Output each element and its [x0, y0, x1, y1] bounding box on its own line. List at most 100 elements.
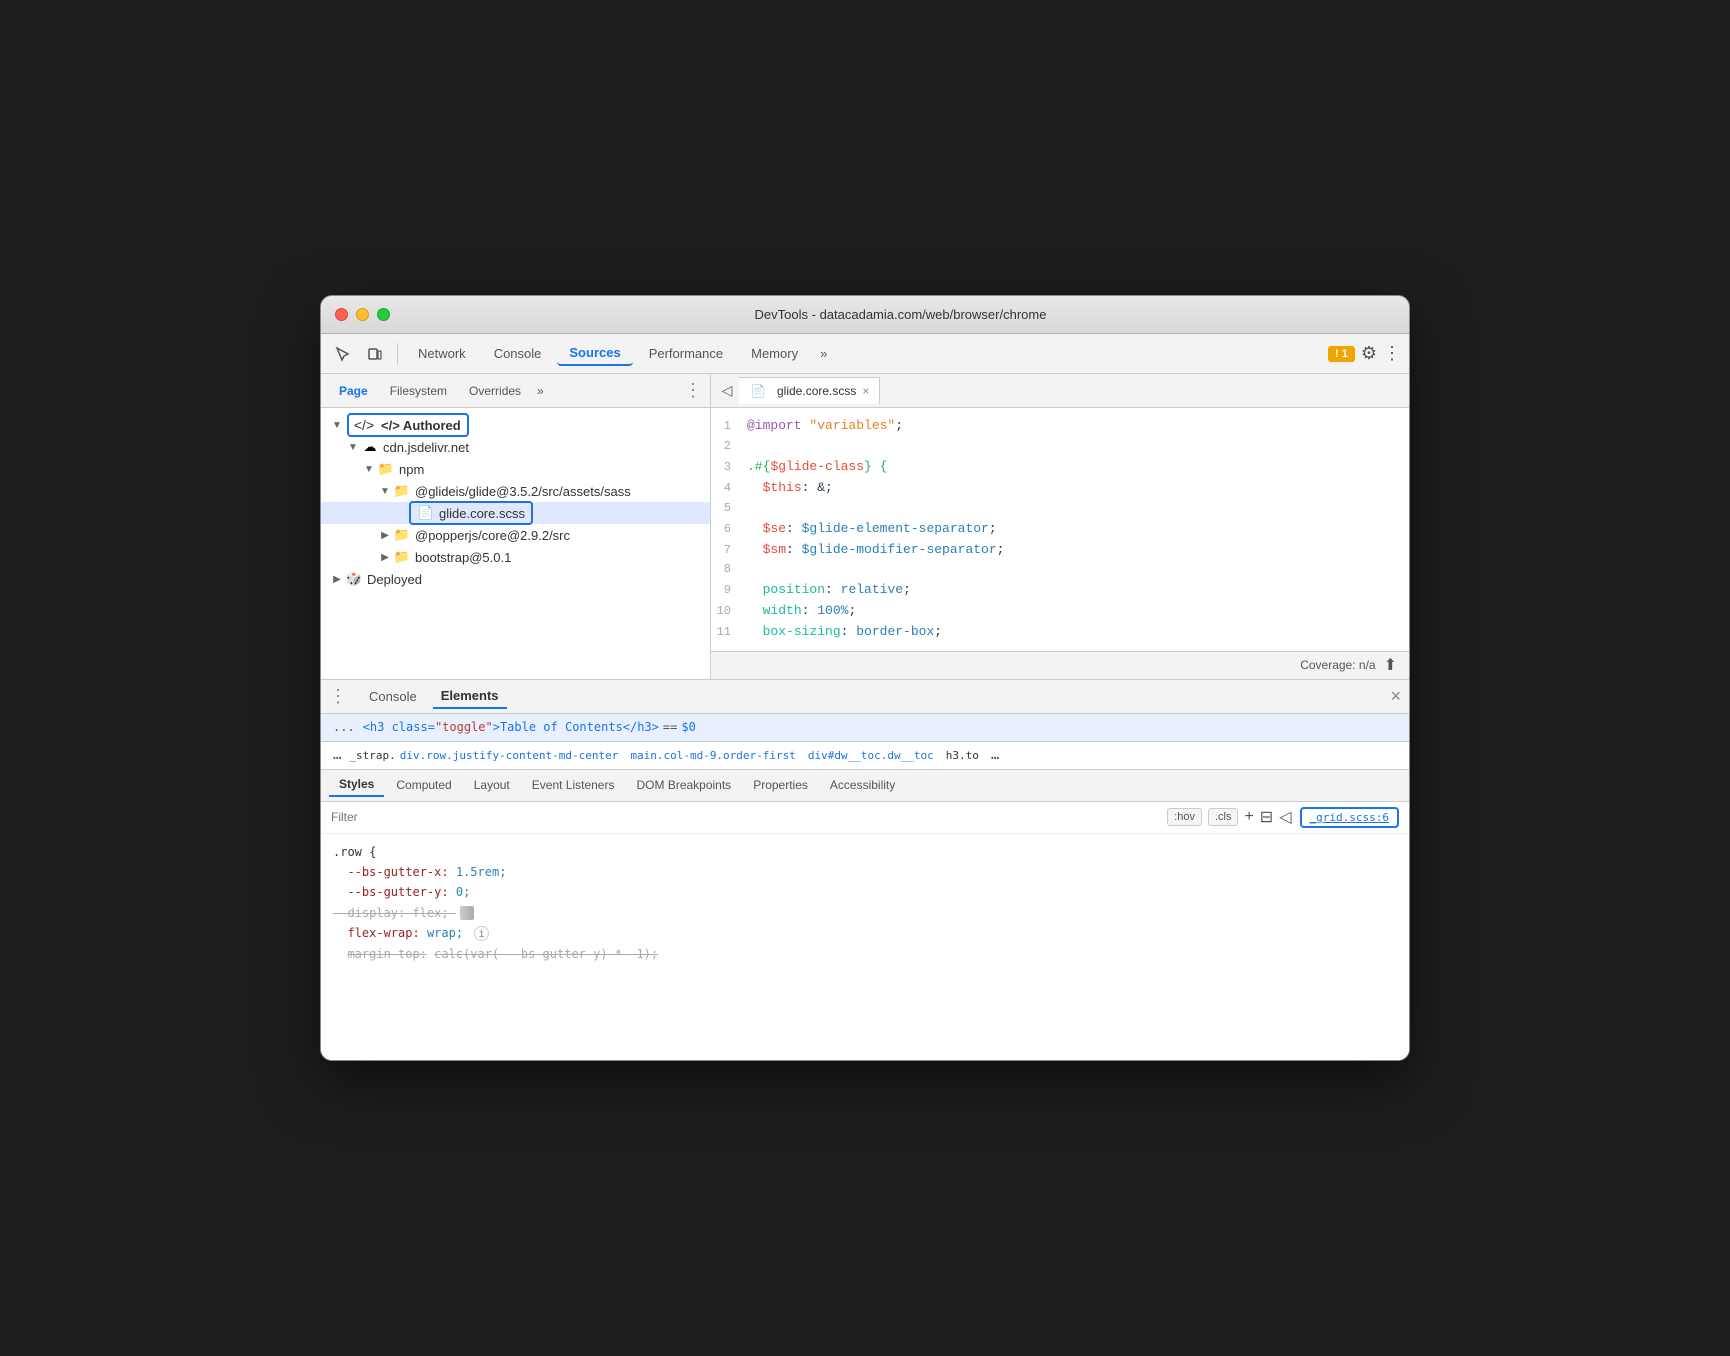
- glide-folder-label: @glideis/glide@3.5.2/src/assets/sass: [415, 484, 631, 499]
- css-prop-margin-top: margin-top:: [347, 947, 426, 961]
- css-prop-row-5: margin-top: calc(var(-- bs-gutter-y) * -…: [333, 944, 1397, 964]
- tree-item-cdn[interactable]: ▼ ☁ cdn.jsdelivr.net: [321, 436, 710, 458]
- code-line-4: 4 $this: &;: [711, 478, 1409, 499]
- tab-overrides[interactable]: Overrides: [459, 380, 531, 402]
- expand-styles-button[interactable]: ◁: [1279, 807, 1291, 827]
- title-bar: DevTools - datacadamia.com/web/browser/c…: [321, 296, 1409, 334]
- settings-button[interactable]: ⚙: [1361, 343, 1377, 364]
- left-panel-options[interactable]: ⋮: [684, 380, 702, 401]
- styles-tab-properties[interactable]: Properties: [743, 774, 818, 796]
- display-icon: [460, 906, 474, 920]
- tab-console-bottom[interactable]: Console: [361, 685, 425, 708]
- add-rule-button[interactable]: +: [1244, 808, 1253, 826]
- panel-tab-bar: Page Filesystem Overrides » ⋮: [321, 374, 710, 408]
- hov-button[interactable]: :hov: [1167, 808, 1202, 826]
- tab-page[interactable]: Page: [329, 380, 378, 402]
- bc-strap[interactable]: _strap.: [349, 749, 395, 762]
- filter-input[interactable]: [331, 810, 1159, 824]
- folder-icon-bootstrap: 📁: [393, 548, 411, 566]
- close-button[interactable]: [335, 308, 348, 321]
- tab-memory[interactable]: Memory: [739, 342, 810, 365]
- left-panel-more[interactable]: »: [533, 382, 548, 400]
- css-prop-row-1: --bs-gutter-x: 1.5rem;: [333, 862, 1397, 882]
- tab-filesystem[interactable]: Filesystem: [380, 380, 457, 402]
- source-link[interactable]: _grid.scss:6: [1300, 807, 1399, 828]
- editor-tab-label: glide.core.scss: [777, 384, 856, 398]
- tree-arrow-bootstrap: ▶: [377, 552, 393, 563]
- styles-tab-event-listeners[interactable]: Event Listeners: [522, 774, 625, 796]
- css-prop-display: display:: [347, 906, 405, 920]
- editor-tab-bar: ◁ 📄 glide.core.scss ×: [711, 374, 1409, 408]
- tab-console[interactable]: Console: [482, 342, 554, 365]
- tree-item-authored[interactable]: ▼ </> </> Authored: [321, 414, 710, 436]
- css-val-flex-wrap: wrap;: [427, 926, 463, 940]
- filter-bar: :hov .cls + ⊟ ◁ _grid.scss:6: [321, 802, 1409, 834]
- styles-tab-accessibility[interactable]: Accessibility: [820, 774, 905, 796]
- bc-main[interactable]: main.col-md-9.order-first: [630, 749, 796, 762]
- cls-button[interactable]: .cls: [1208, 808, 1239, 826]
- css-prop-row-3: display: flex;: [333, 903, 1397, 923]
- bc-div-toc[interactable]: div#dw__toc.dw__toc: [808, 749, 934, 762]
- more-options-button[interactable]: ⋮: [1383, 343, 1401, 364]
- code-editor[interactable]: 1 @import "variables"; 2 3 .#{$glide-cla…: [711, 408, 1409, 650]
- tree-item-popper-folder[interactable]: ▶ 📁 @popperjs/core@2.9.2/src: [321, 524, 710, 546]
- code-line-11: 11 box-sizing: border-box;: [711, 622, 1409, 643]
- css-selector: .row {: [333, 845, 376, 859]
- tab-sources[interactable]: Sources: [557, 341, 632, 366]
- cloud-icon: ☁: [361, 438, 379, 456]
- deployed-label: Deployed: [367, 572, 422, 587]
- authored-box: </> </> Authored: [347, 413, 469, 437]
- device-toggle-button[interactable]: [361, 340, 389, 368]
- tree-item-glide-file[interactable]: 📄 glide.core.scss: [321, 502, 710, 524]
- styles-tab-styles[interactable]: Styles: [329, 773, 384, 797]
- bottom-close-button[interactable]: ×: [1390, 686, 1401, 707]
- coverage-bar: Coverage: n/a ⬆: [711, 651, 1409, 679]
- devtools-body: Network Console Sources Performance Memo…: [321, 334, 1409, 1059]
- folder-icon-npm: 📁: [377, 460, 395, 478]
- bottom-panel: ⋮ Console Elements × ... <h3 class="togg…: [321, 680, 1409, 1060]
- toolbar-more-button[interactable]: »: [814, 342, 833, 365]
- tab-performance[interactable]: Performance: [637, 342, 735, 365]
- coverage-label: Coverage: n/a: [1300, 658, 1375, 672]
- element-picker-button[interactable]: [329, 340, 357, 368]
- traffic-lights: [335, 308, 390, 321]
- tab-elements-bottom[interactable]: Elements: [433, 684, 507, 709]
- code-line-10: 10 width: 100%;: [711, 601, 1409, 622]
- minimize-button[interactable]: [356, 308, 369, 321]
- styles-tab-dom-breakpoints[interactable]: DOM Breakpoints: [626, 774, 741, 796]
- equals-sign: ==: [663, 720, 677, 734]
- right-panel: ◁ 📄 glide.core.scss × 1 @import "variabl…: [711, 374, 1409, 678]
- code-line-5: 5: [711, 499, 1409, 519]
- breadcrumb-bar: … _strap. div.row.justify-content-md-cen…: [321, 742, 1409, 770]
- tab-network[interactable]: Network: [406, 342, 478, 365]
- bc-h3[interactable]: h3.to: [946, 749, 979, 762]
- editor-file-icon: 📄: [749, 382, 767, 400]
- tree-item-bootstrap-folder[interactable]: ▶ 📁 bootstrap@5.0.1: [321, 546, 710, 568]
- tree-arrow-npm: ▼: [361, 464, 377, 475]
- css-prop-row-4: flex-wrap: wrap; i: [333, 923, 1397, 944]
- tree-item-npm[interactable]: ▼ 📁 npm: [321, 458, 710, 480]
- editor-tab-glide[interactable]: 📄 glide.core.scss ×: [739, 377, 880, 404]
- copy-styles-button[interactable]: ⊟: [1260, 807, 1273, 827]
- css-val-display: flex;: [412, 906, 448, 920]
- editor-tab-close[interactable]: ×: [862, 384, 869, 398]
- bottom-options-icon[interactable]: ⋮: [329, 686, 347, 707]
- toolbar-right: ! 1 ⚙ ⋮: [1328, 343, 1401, 364]
- folder-icon-popper: 📁: [393, 526, 411, 544]
- styles-tab-computed[interactable]: Computed: [386, 774, 461, 796]
- editor-back-button[interactable]: ◁: [715, 379, 739, 403]
- top-toolbar: Network Console Sources Performance Memo…: [321, 334, 1409, 374]
- code-line-2: 2: [711, 437, 1409, 457]
- info-icon: i: [474, 926, 489, 941]
- filter-buttons: :hov .cls + ⊟ ◁: [1167, 807, 1291, 827]
- styles-tab-layout[interactable]: Layout: [464, 774, 520, 796]
- css-prop-gutter-y: --bs-gutter-y:: [347, 885, 448, 899]
- tree-item-glide-folder[interactable]: ▼ 📁 @glideis/glide@3.5.2/src/assets/sass: [321, 480, 710, 502]
- css-selector-row: .row {: [333, 842, 1397, 862]
- selected-file-box: 📄 glide.core.scss: [409, 501, 533, 525]
- bc-div-row[interactable]: div.row.justify-content-md-center: [400, 749, 619, 762]
- css-val-gutter-y: 0;: [456, 885, 470, 899]
- maximize-button[interactable]: [377, 308, 390, 321]
- tree-item-deployed[interactable]: ▶ 🎲 Deployed: [321, 568, 710, 590]
- code-line-3: 3 .#{$glide-class} {: [711, 457, 1409, 478]
